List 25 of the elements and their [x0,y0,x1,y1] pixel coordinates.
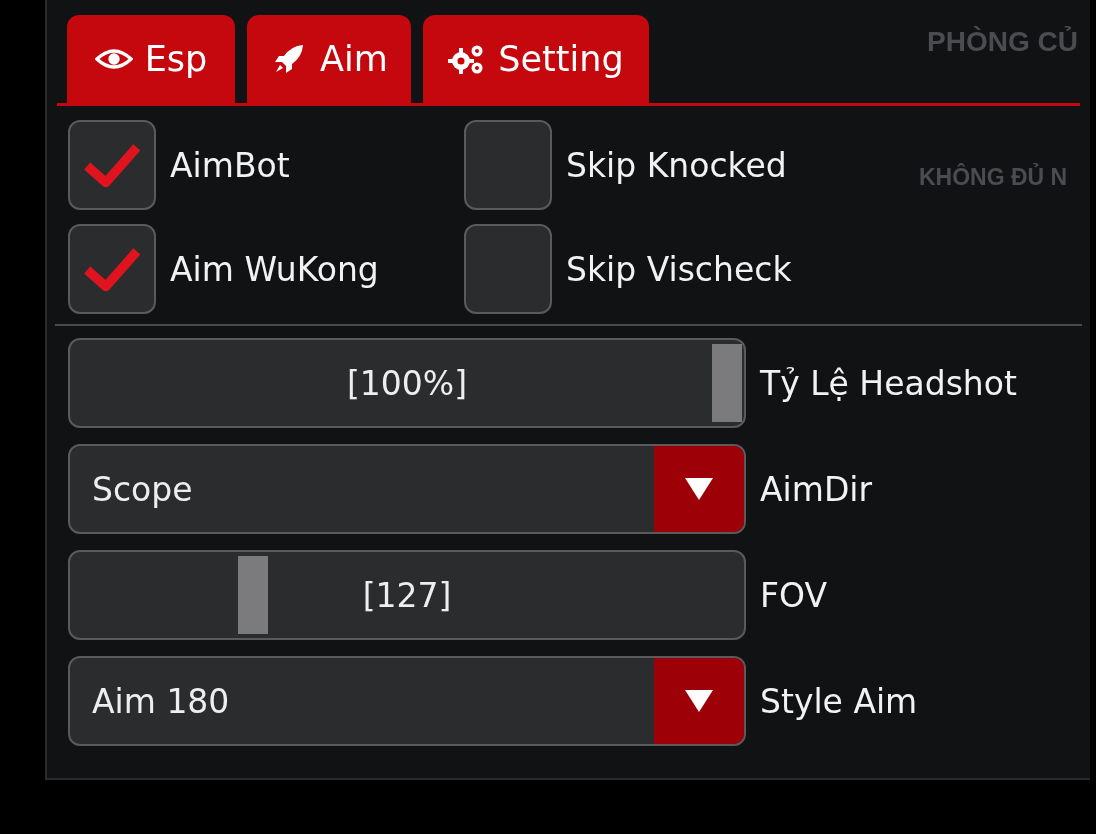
checkbox-label: Skip Knocked [566,145,787,185]
tab[interactable]: Esp [67,15,235,103]
slider[interactable]: [100%] [68,338,746,428]
checkbox-label: Skip Vischeck [566,249,792,289]
background-text: PHÒNG CỦ [927,26,1078,58]
dropdown-arrow-icon [684,477,714,501]
checkbox[interactable] [464,120,552,210]
checkbox[interactable] [68,120,156,210]
dropdown-arrow-icon [684,689,714,713]
slider[interactable]: [127] [68,550,746,640]
dropdown[interactable]: Scope [68,444,746,534]
tab[interactable]: Aim [247,15,411,103]
control-label: Style Aim [760,681,918,721]
slider-thumb[interactable] [712,344,742,422]
checkbox-label: AimBot [170,145,290,185]
background-text: KHÔNG ĐỦ N [919,164,1068,191]
checkbox[interactable] [464,224,552,314]
tab[interactable]: Setting [423,15,649,103]
slider-thumb[interactable] [238,556,269,634]
control-label: FOV [760,575,827,615]
checkbox-label: Aim WuKong [170,249,379,289]
checkbox[interactable] [68,224,156,314]
control-label: AimDir [760,469,873,509]
dropdown[interactable]: Aim 180 [68,656,746,746]
control-label: Tỷ Lệ Headshot [760,363,1017,403]
